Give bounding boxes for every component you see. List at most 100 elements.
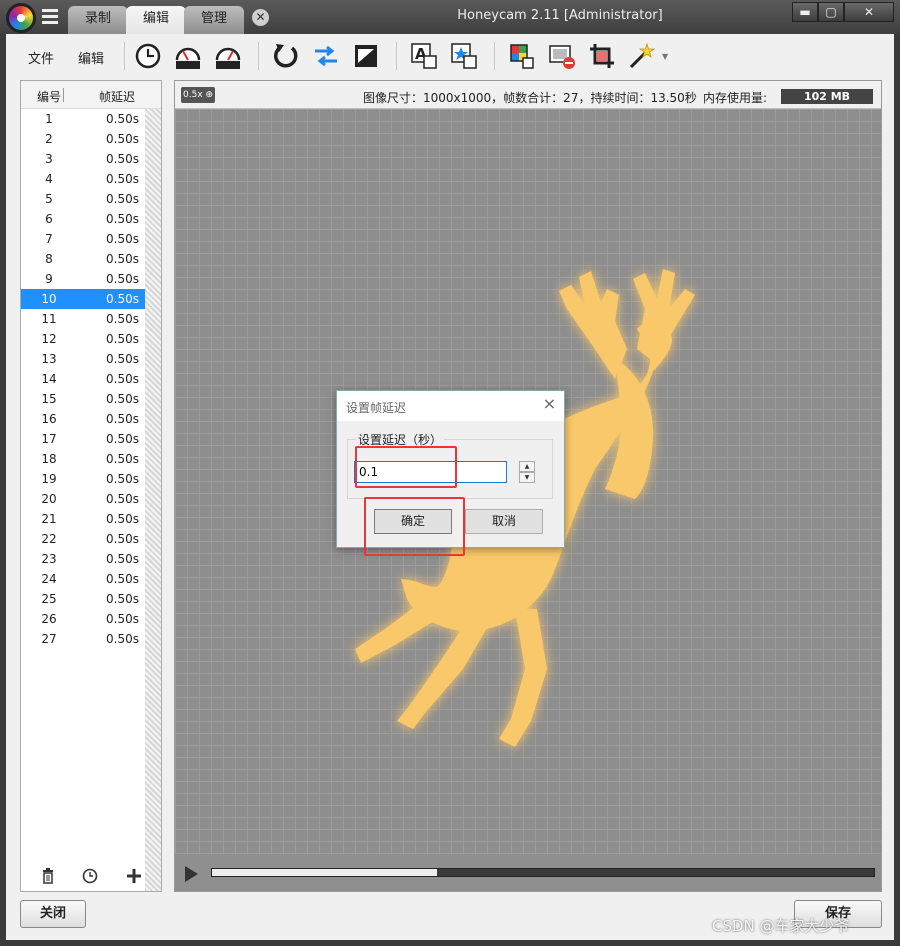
- speed-plus-10-icon[interactable]: [214, 42, 242, 70]
- swap-icon[interactable]: [312, 42, 340, 70]
- maximize-button[interactable]: ▢: [818, 2, 844, 22]
- tab-edit[interactable]: 编辑: [126, 6, 186, 34]
- frame-delay: 0.50s: [106, 232, 139, 246]
- frame-delay: 0.50s: [106, 532, 139, 546]
- frame-row[interactable]: 14 0.50s: [21, 369, 145, 389]
- color-palette-icon[interactable]: [508, 42, 536, 70]
- dropdown-arrow-icon[interactable]: ▼: [662, 52, 668, 61]
- frame-row[interactable]: 1 0.50s: [21, 109, 145, 129]
- frame-row[interactable]: 2 0.50s: [21, 129, 145, 149]
- frame-number: 24: [41, 572, 57, 586]
- image-info-text: 图像尺寸：1000x1000，帧数合计：27，持续时间：13.50秒: [363, 91, 697, 105]
- frame-rows: 1 0.50s 2 0.50s 3 0.50s 4 0.50s 5 0.50s 6 0.50s 7 0.5…: [21, 109, 145, 649]
- memory-usage-label: 内存使用量:: [703, 91, 768, 105]
- frame-row[interactable]: 15 0.50s: [21, 389, 145, 409]
- frame-number: 10: [41, 292, 57, 306]
- frame-row[interactable]: 7 0.50s: [21, 229, 145, 249]
- frame-delay: 0.50s: [106, 112, 139, 126]
- menu-edit[interactable]: 编辑: [78, 48, 104, 67]
- frame-list-scrollbar[interactable]: [145, 109, 161, 891]
- frame-row[interactable]: 13 0.50s: [21, 349, 145, 369]
- frame-actions-bar: [20, 860, 162, 892]
- frame-number: 11: [41, 312, 57, 326]
- crop-icon[interactable]: [588, 42, 616, 70]
- trash-icon[interactable]: [40, 868, 56, 884]
- frame-list-header: 编号 帧延迟: [21, 81, 161, 109]
- frame-row[interactable]: 8 0.50s: [21, 249, 145, 269]
- frame-delay: 0.50s: [106, 572, 139, 586]
- spin-down-icon[interactable]: ▼: [519, 472, 535, 483]
- cancel-button[interactable]: 取消: [465, 509, 543, 534]
- play-icon[interactable]: [185, 866, 198, 882]
- frame-row[interactable]: 17 0.50s: [21, 429, 145, 449]
- frame-row[interactable]: 24 0.50s: [21, 569, 145, 589]
- frame-row[interactable]: 3 0.50s: [21, 149, 145, 169]
- frame-row[interactable]: 5 0.50s: [21, 189, 145, 209]
- tab-record[interactable]: 录制: [68, 6, 128, 34]
- watermark-text: CSDN @车家大少爷: [712, 917, 850, 935]
- frame-row[interactable]: 9 0.50s: [21, 269, 145, 289]
- frame-number: 14: [41, 372, 57, 386]
- frame-delay: 0.50s: [106, 212, 139, 226]
- window-close-button[interactable]: ✕: [844, 2, 894, 22]
- close-tab-icon[interactable]: ✕: [252, 9, 269, 26]
- menu-file[interactable]: 文件: [28, 48, 54, 67]
- frame-row[interactable]: 6 0.50s: [21, 209, 145, 229]
- tab-manage[interactable]: 管理: [184, 6, 244, 34]
- frame-delay: 0.50s: [106, 132, 139, 146]
- hamburger-menu-icon[interactable]: [42, 9, 58, 25]
- speed-minus-10-icon[interactable]: [174, 42, 202, 70]
- frame-delay: 0.50s: [106, 412, 139, 426]
- honeycam-logo-icon[interactable]: [6, 3, 36, 33]
- close-button[interactable]: 关闭: [20, 900, 86, 928]
- frame-number: 17: [41, 432, 57, 446]
- title-bar: 录制 编辑 管理 ✕ Honeycam 2.11 [Administrator]…: [0, 0, 900, 34]
- frame-delay: 0.50s: [106, 152, 139, 166]
- frame-number: 4: [45, 172, 53, 186]
- frame-row[interactable]: 21 0.50s: [21, 509, 145, 529]
- frame-number: 5: [45, 192, 53, 206]
- frame-delay: 0.50s: [106, 512, 139, 526]
- frame-remove-icon[interactable]: [548, 42, 576, 70]
- add-frame-icon[interactable]: [126, 868, 142, 884]
- magic-wand-icon[interactable]: [628, 42, 656, 70]
- spin-up-icon[interactable]: ▲: [519, 461, 535, 472]
- text-icon[interactable]: A: [410, 42, 438, 70]
- frame-row[interactable]: 27 0.50s: [21, 629, 145, 649]
- column-header-delay[interactable]: 帧延迟: [99, 88, 135, 105]
- frame-delay: 0.50s: [106, 312, 139, 326]
- timeline-slider[interactable]: [211, 868, 875, 877]
- frame-delay: 0.50s: [106, 372, 139, 386]
- frame-delay: 0.50s: [106, 612, 139, 626]
- frame-number: 19: [41, 472, 57, 486]
- frame-row[interactable]: 25 0.50s: [21, 589, 145, 609]
- zoom-icon[interactable]: 0.5x ⊕: [181, 87, 215, 103]
- frame-delay: 0.50s: [106, 472, 139, 486]
- reverse-icon[interactable]: [272, 42, 300, 70]
- frame-row[interactable]: 10 0.50s: [21, 289, 145, 309]
- frame-number: 25: [41, 592, 57, 606]
- frame-delay: 0.50s: [106, 492, 139, 506]
- frame-row[interactable]: 19 0.50s: [21, 469, 145, 489]
- clock-icon[interactable]: [134, 42, 162, 70]
- frame-row[interactable]: 11 0.50s: [21, 309, 145, 329]
- film-icon[interactable]: [352, 42, 380, 70]
- frame-row[interactable]: 16 0.50s: [21, 409, 145, 429]
- minimize-button[interactable]: ▬: [792, 2, 818, 22]
- frame-number: 1: [45, 112, 53, 126]
- frame-row[interactable]: 22 0.50s: [21, 529, 145, 549]
- frame-number: 12: [41, 332, 57, 346]
- zoom-level: 0.5x: [183, 90, 203, 100]
- frame-delay-clock-icon[interactable]: [82, 868, 98, 884]
- frame-row[interactable]: 4 0.50s: [21, 169, 145, 189]
- sticker-icon[interactable]: [450, 42, 478, 70]
- frame-row[interactable]: 18 0.50s: [21, 449, 145, 469]
- dialog-close-icon[interactable]: ×: [543, 394, 556, 413]
- frame-row[interactable]: 23 0.50s: [21, 549, 145, 569]
- frame-number: 15: [41, 392, 57, 406]
- frame-delay: 0.50s: [106, 192, 139, 206]
- dialog-title: 设置帧延迟: [346, 401, 407, 415]
- frame-row[interactable]: 12 0.50s: [21, 329, 145, 349]
- frame-row[interactable]: 26 0.50s: [21, 609, 145, 629]
- frame-row[interactable]: 20 0.50s: [21, 489, 145, 509]
